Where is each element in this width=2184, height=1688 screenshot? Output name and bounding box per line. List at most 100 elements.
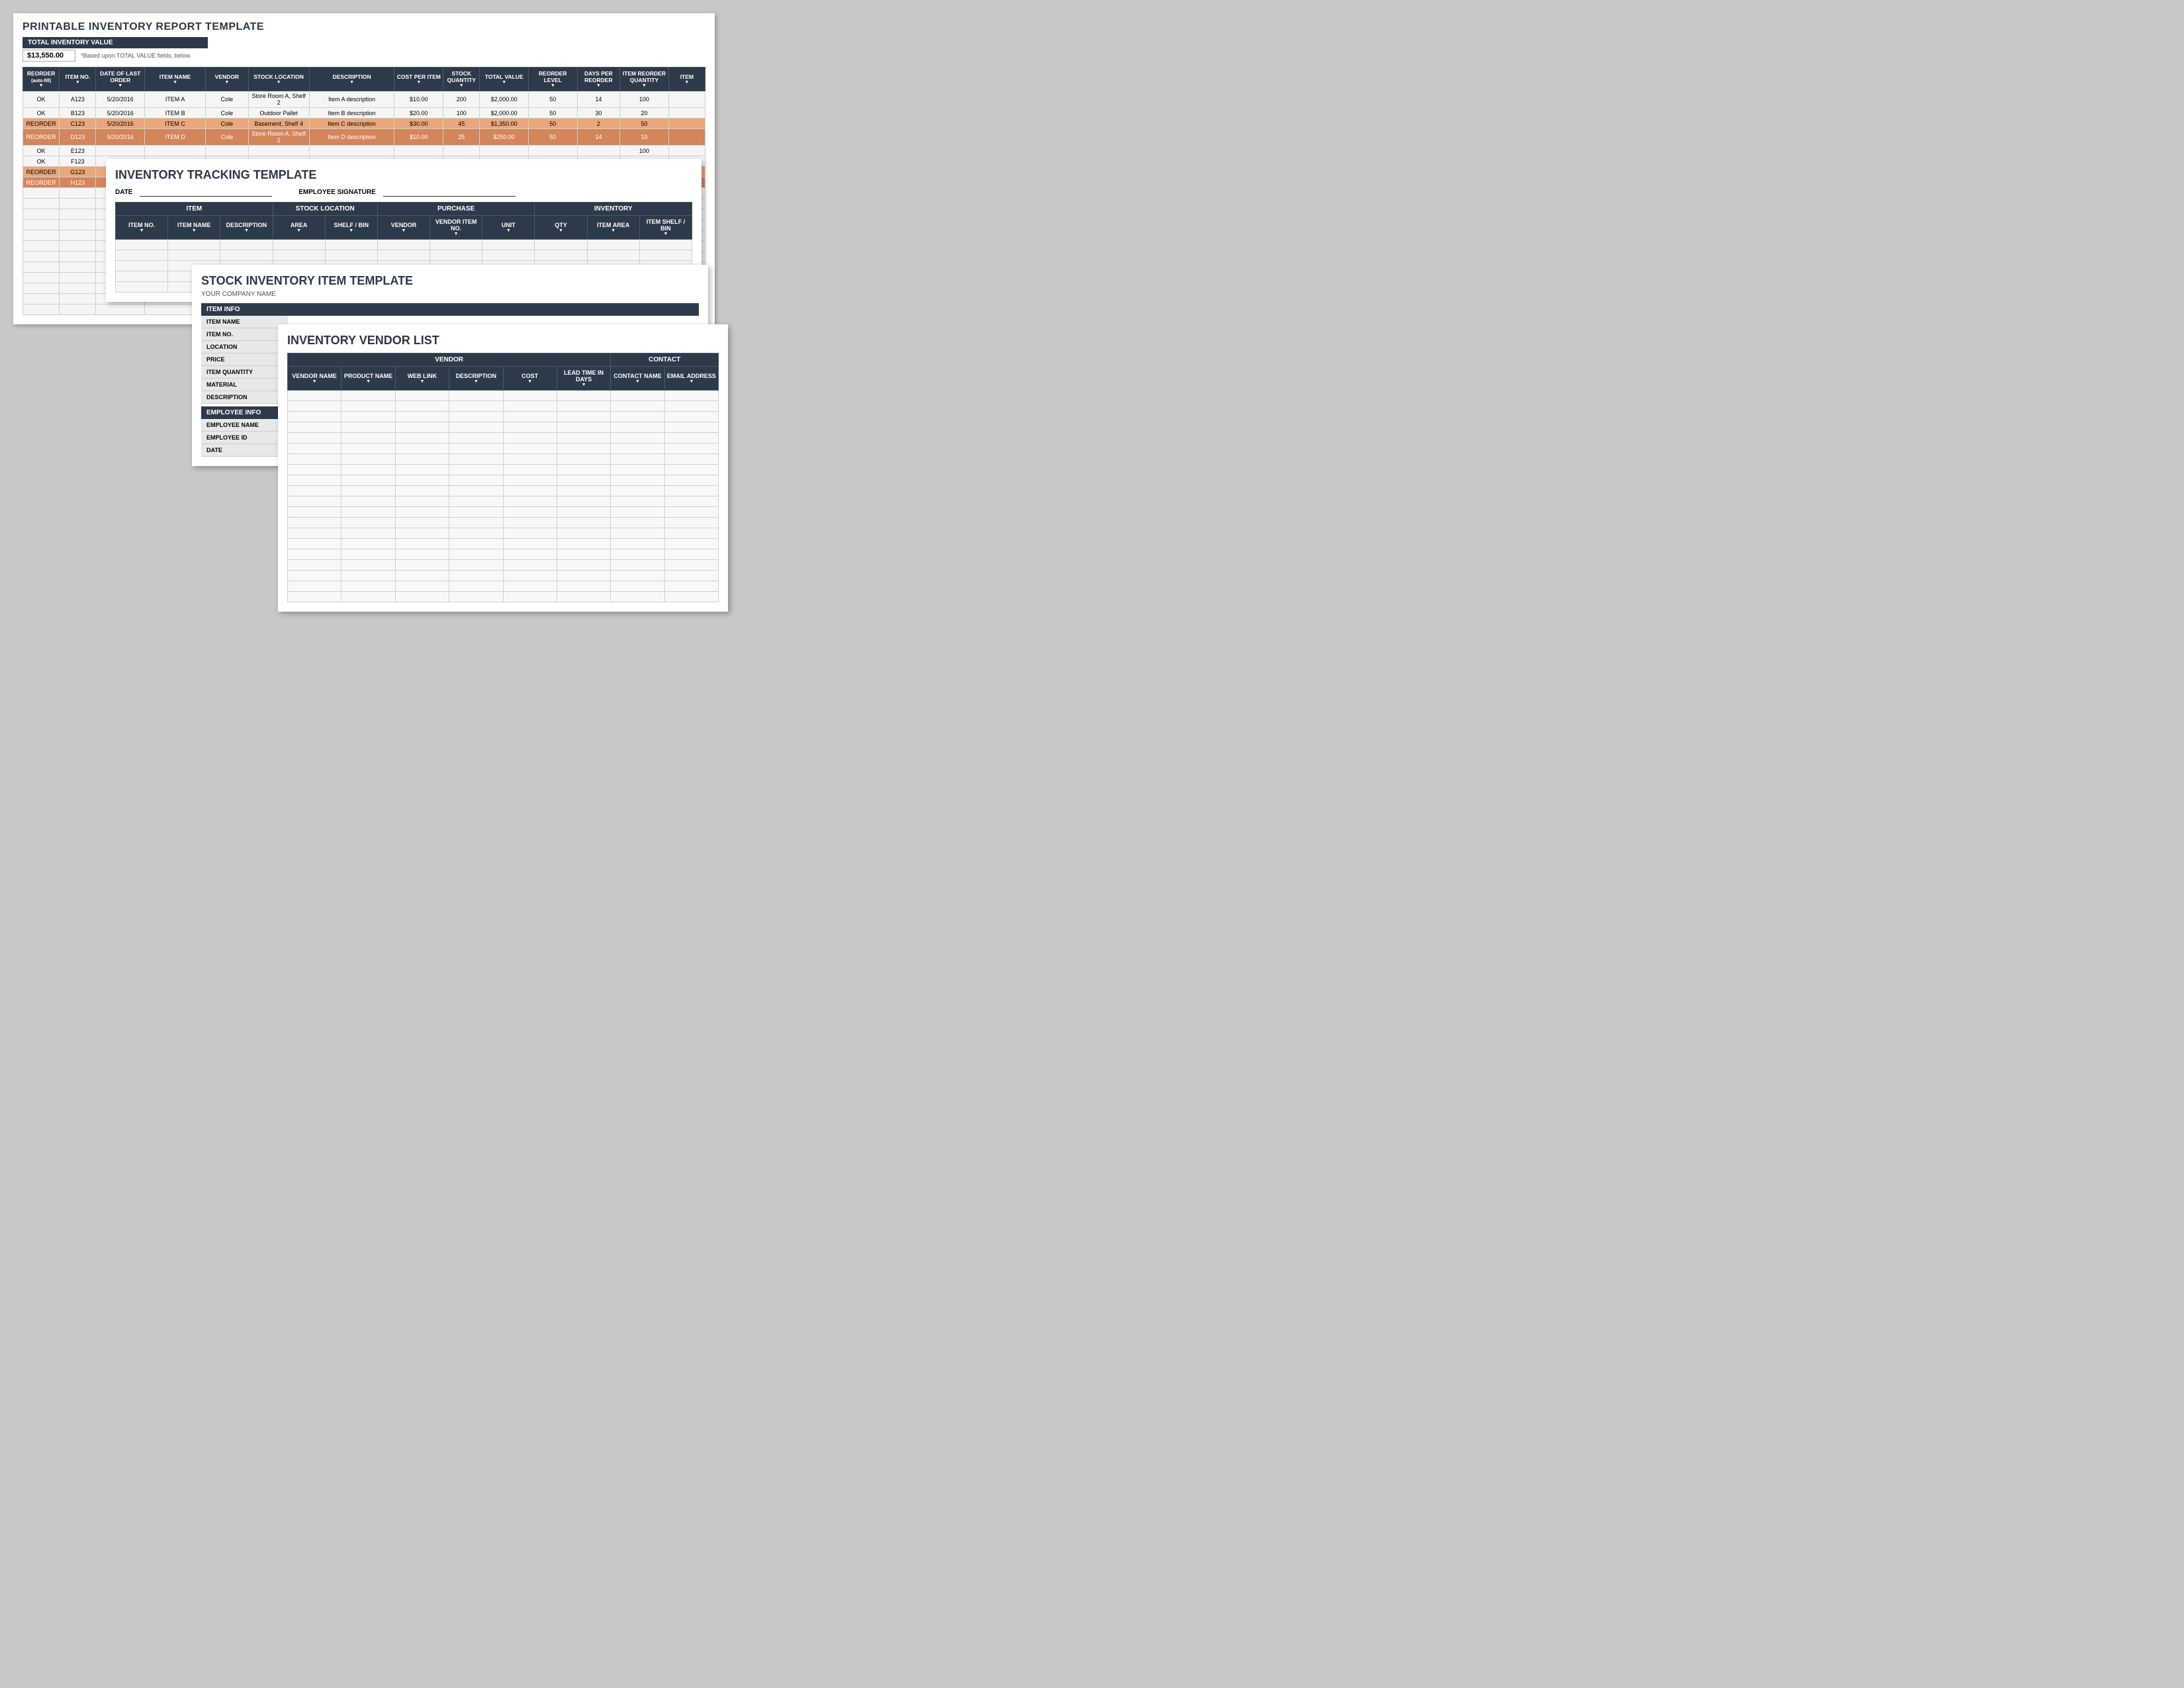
empty-cell <box>60 252 96 262</box>
vendor-empty-cell <box>395 475 449 486</box>
date-label: DATE <box>201 444 287 456</box>
cell-status: OK <box>23 156 60 167</box>
vendor-empty-cell <box>449 560 503 571</box>
vendor-empty-cell <box>664 391 718 401</box>
date-label: DATE <box>115 189 132 196</box>
cell-vendor: Cole <box>206 91 248 108</box>
vendor-empty-cell <box>664 412 718 422</box>
cell-days: 30 <box>577 108 619 118</box>
vendor-empty-cell <box>664 486 718 496</box>
vendor-empty-cell <box>395 391 449 401</box>
cell-total: $2,000.00 <box>480 108 529 118</box>
vendor-empty-cell <box>395 592 449 602</box>
empty-cell <box>23 283 60 294</box>
col-cost: COST PER ITEM▼ <box>394 68 443 91</box>
tcol-vendor-item-no: VENDOR ITEM NO.▼ <box>430 216 482 240</box>
cell-reorder-qty: 100 <box>620 146 669 156</box>
cell-cost: $10.00 <box>394 129 443 146</box>
vendor-empty-cell <box>288 444 341 454</box>
vendor-empty-cell <box>341 560 395 571</box>
vendor-empty-cell <box>449 401 503 412</box>
vendor-empty-cell <box>611 412 664 422</box>
cell-item-extra <box>668 146 705 156</box>
cell-date <box>96 146 145 156</box>
cell-reorder-level: 50 <box>528 108 577 118</box>
vendor-empty-cell <box>341 571 395 581</box>
cell-item-name: ITEM D <box>145 129 206 146</box>
cell-desc: Item C description <box>309 118 394 129</box>
cell-cost: $20.00 <box>394 108 443 118</box>
cell-date: 5/20/2016 <box>96 91 145 108</box>
vendor-empty-cell <box>557 412 610 422</box>
empty-cell <box>60 241 96 252</box>
vendor-empty-cell <box>611 549 664 560</box>
vendor-empty-cell <box>664 507 718 518</box>
vendor-empty-cell <box>611 391 664 401</box>
vendor-empty-cell <box>288 401 341 412</box>
vendor-empty-cell <box>557 444 610 454</box>
tcol-qty: QTY▼ <box>535 216 587 240</box>
field-label: ITEM NO. <box>201 328 287 340</box>
vendor-empty-cell <box>395 486 449 496</box>
vendor-empty-cell <box>664 518 718 528</box>
tcol-item-shelf-bin: ITEM SHELF / BIN▼ <box>639 216 692 240</box>
vendor-empty-cell <box>664 592 718 602</box>
vendor-empty-cell <box>395 433 449 444</box>
empty-cell <box>23 252 60 262</box>
vendor-empty-cell <box>288 433 341 444</box>
cell-cost: $10.00 <box>394 91 443 108</box>
vendor-empty-cell <box>449 465 503 475</box>
tcol-item-area: ITEM AREA▼ <box>587 216 639 240</box>
vendor-empty-cell <box>503 422 557 433</box>
tracking-title: INVENTORY TRACKING TEMPLATE <box>115 168 692 182</box>
signature-label: EMPLOYEE SIGNATURE <box>298 189 376 196</box>
col-location: STOCK LOCATION▼ <box>248 68 309 91</box>
tcol-area: AREA▼ <box>273 216 325 240</box>
cell-reorder-qty: 10 <box>620 129 669 146</box>
group-item: ITEM <box>116 203 273 216</box>
cell-reorder-qty: 50 <box>620 118 669 129</box>
vendor-empty-cell <box>611 422 664 433</box>
tcol-item-no: ITEM NO.▼ <box>116 216 168 240</box>
vendor-empty-cell <box>288 539 341 549</box>
cell-item-no: E123 <box>60 146 96 156</box>
vendor-empty-cell <box>341 528 395 539</box>
vendor-empty-cell <box>288 465 341 475</box>
vcol-lead-time: LEAD TIME IN DAYS▼ <box>557 367 610 391</box>
vendor-empty-cell <box>341 507 395 518</box>
vendor-empty-cell <box>503 560 557 571</box>
vcol-contact-name: CONTACT NAME▼ <box>611 367 664 391</box>
cell-total <box>480 146 529 156</box>
col-reorder-level: REORDER LEVEL▼ <box>528 68 577 91</box>
vendor-empty-cell <box>664 465 718 475</box>
field-label: DESCRIPTION <box>201 391 287 403</box>
vendor-empty-cell <box>288 454 341 465</box>
cell-vendor: Cole <box>206 118 248 129</box>
cell-reorder-level <box>528 146 577 156</box>
vendor-empty-cell <box>664 401 718 412</box>
total-note: *Based upon TOTAL VALUE fields, below. <box>81 52 191 59</box>
vendor-empty-cell <box>557 496 610 507</box>
vendor-empty-cell <box>557 486 610 496</box>
field-label: PRICE <box>201 353 287 365</box>
vendor-empty-cell <box>664 539 718 549</box>
vendor-empty-cell <box>288 518 341 528</box>
vendor-empty-cell <box>395 465 449 475</box>
tcol-description: DESCRIPTION▼ <box>220 216 273 240</box>
vendor-empty-cell <box>288 422 341 433</box>
vendor-empty-cell <box>503 518 557 528</box>
col-vendor: VENDOR▼ <box>206 68 248 91</box>
vendor-empty-cell <box>341 518 395 528</box>
col-item: ITEM▼ <box>668 68 705 91</box>
empty-cell <box>60 188 96 199</box>
field-label: EMPLOYEE NAME <box>201 419 287 431</box>
vendor-empty-cell <box>611 486 664 496</box>
vendor-empty-cell <box>449 486 503 496</box>
vendor-empty-cell <box>611 528 664 539</box>
empty-cell <box>23 241 60 252</box>
cell-item-name: ITEM A <box>145 91 206 108</box>
vendor-empty-cell <box>288 560 341 571</box>
vcol-web-link: WEB LINK▼ <box>395 367 449 391</box>
vendor-empty-cell <box>288 475 341 486</box>
vendor-empty-cell <box>557 518 610 528</box>
